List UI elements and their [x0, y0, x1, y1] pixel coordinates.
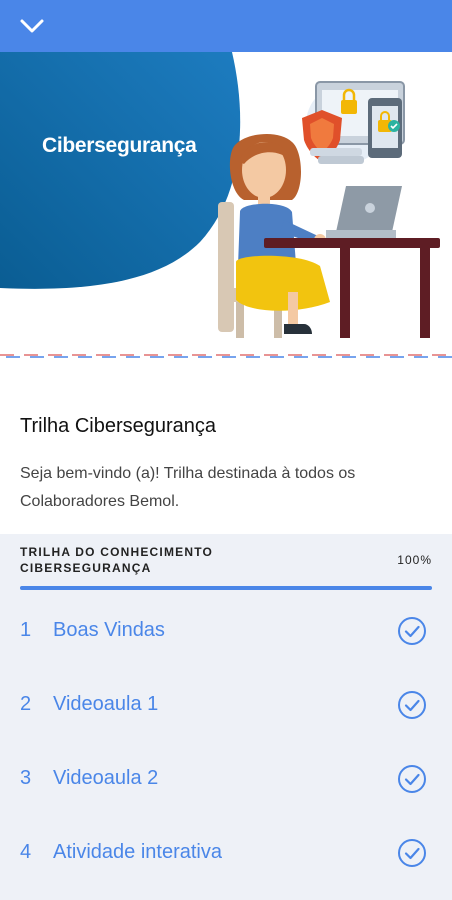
- security-illustration: [302, 81, 405, 164]
- check-circle-icon: [398, 617, 426, 645]
- track-item-videoaula-2[interactable]: 3 Videoaula 2: [0, 743, 452, 817]
- track-item-number: 2: [20, 693, 32, 715]
- check-circle-icon: [398, 765, 426, 793]
- track-item-label: Atividade interativa: [53, 841, 222, 863]
- chevron-down-icon[interactable]: [18, 12, 46, 40]
- track-item-number: 4: [20, 841, 32, 863]
- track-item-number: 1: [20, 619, 32, 641]
- track-item-boas-vindas[interactable]: 1 Boas Vindas: [0, 595, 452, 669]
- track-item-videoaula-1[interactable]: 2 Videoaula 1: [0, 669, 452, 743]
- check-circle-icon: [398, 839, 426, 867]
- track-progress-fill: [20, 586, 432, 590]
- course-description: Seja bem-vindo (a)! Trilha destinada à t…: [20, 465, 356, 510]
- person-at-desk-illustration: [218, 133, 440, 338]
- track-label-line2: CIBERSEGURANÇA: [20, 561, 152, 575]
- learning-track-panel: TRILHA DO CONHECIMENTO CIBERSEGURANÇA 10…: [0, 534, 452, 900]
- track-item-label: Boas Vindas: [53, 619, 165, 641]
- track-progress-text: 100%: [397, 553, 432, 567]
- track-item-number: 3: [20, 767, 32, 789]
- track-item-atividade-interativa[interactable]: 4 Atividade interativa: [0, 817, 452, 891]
- track-label-line1: TRILHA DO CONHECIMENTO: [20, 545, 214, 559]
- top-app-bar: [0, 0, 452, 52]
- track-label: TRILHA DO CONHECIMENTO CIBERSEGURANÇA: [20, 544, 280, 576]
- course-title: Trilha Cibersegurança: [20, 415, 217, 437]
- banner-title: Cibersegurança: [42, 134, 197, 157]
- banner-illustration: [0, 52, 440, 338]
- decorative-divider: [0, 354, 452, 358]
- banner-blob-shape: [0, 52, 241, 289]
- track-item-label: Videoaula 1: [53, 693, 159, 715]
- course-banner: Cibersegurança: [0, 52, 452, 360]
- track-progress-bar: [20, 586, 432, 590]
- track-item-label: Videoaula 2: [53, 767, 159, 789]
- check-circle-icon: [398, 691, 426, 719]
